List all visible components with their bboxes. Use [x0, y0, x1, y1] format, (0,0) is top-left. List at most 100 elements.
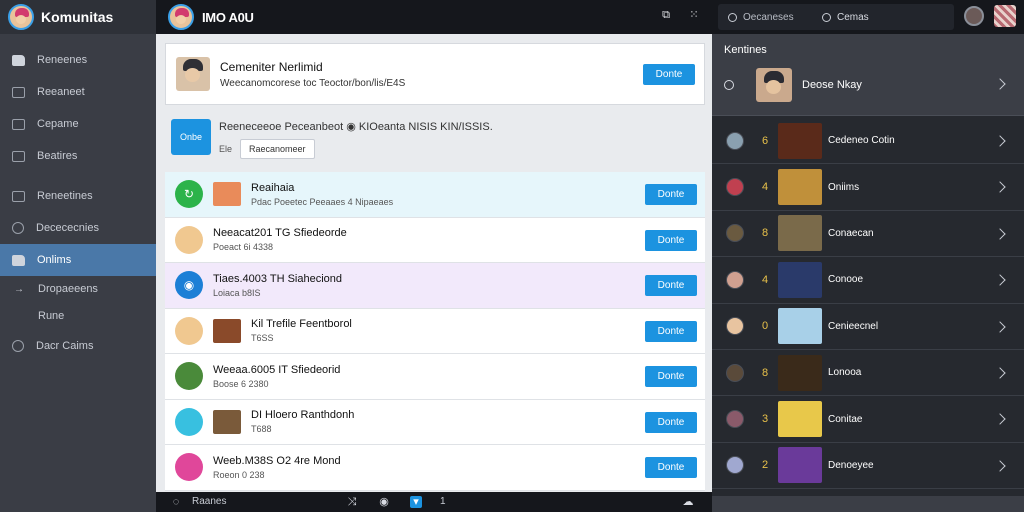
- ranking-avatar: [726, 270, 744, 289]
- search-bar[interactable]: Oecaneses Cemas: [718, 4, 954, 30]
- search-field-b[interactable]: Cemas: [814, 12, 869, 23]
- ranking-number: 2: [762, 459, 769, 472]
- ranking-thumb: [778, 122, 822, 159]
- header-card-button[interactable]: Donte: [643, 64, 695, 85]
- row-title: Weeb.M38S O2 4re Mond: [213, 454, 341, 467]
- sidebar-item-9[interactable]: Rune: [0, 302, 156, 330]
- ranking-label: Lonooa: [828, 367, 862, 379]
- sidebar-item-10[interactable]: Dacr Caims: [0, 330, 156, 362]
- ranking-item[interactable]: 4 Conooe: [712, 257, 1024, 304]
- ranking-item[interactable]: 6 Cedeneo Cotin: [712, 118, 1024, 165]
- sidebar-item-8[interactable]: → Dropaeeens: [0, 276, 156, 302]
- search-field-a[interactable]: Oecaneses: [718, 12, 814, 23]
- grid-icon[interactable]: ⁙: [688, 9, 700, 21]
- sidebar-item-label: Reneenes: [37, 54, 88, 66]
- row-subtitle: Roeon 0 238: [213, 469, 265, 480]
- ranking-thumb: [778, 169, 822, 206]
- row-button[interactable]: Donte: [645, 411, 697, 433]
- chevron-right-icon[interactable]: [994, 320, 1006, 333]
- clock-icon: [12, 222, 24, 234]
- ranking-avatar: [726, 317, 744, 336]
- location-icon[interactable]: ◉: [378, 496, 390, 508]
- user-name: IMO A0U: [202, 9, 254, 25]
- featured-item[interactable]: Deose Nkay: [724, 68, 862, 102]
- row-title: Weeaa.6005 IT Sfiedeorid: [213, 363, 341, 376]
- refresh-icon[interactable]: ◌: [170, 496, 182, 508]
- brand-avatar: [8, 4, 34, 30]
- sidebar-item-2[interactable]: Reeaneet: [0, 76, 156, 108]
- sidebar-item-5[interactable]: Reneetines: [0, 180, 156, 212]
- ranking-label: Cenieecnel: [828, 320, 879, 332]
- user-avatar: [168, 4, 194, 30]
- right-panel-title: Kentines: [724, 44, 767, 56]
- chevron-right-icon[interactable]: [994, 181, 1006, 194]
- list-item[interactable]: DI Hloero Ranthdonh T688 Donte: [165, 399, 705, 445]
- chevron-right-icon[interactable]: [994, 135, 1006, 147]
- promo-text: Reeneceeoe Peceanbeot ◉ KIOeanta NISIS K…: [219, 121, 493, 133]
- sidebar-item-1[interactable]: Reneenes: [0, 44, 156, 76]
- row-button[interactable]: Donte: [645, 184, 697, 205]
- bottom-bar: ◌ Raanes ⤨ ◉ ▾ 1 ☁: [156, 492, 712, 512]
- sidebar: Komunitas Reneenes Reeaneet Cepame Beati…: [0, 0, 156, 512]
- profile-avatar[interactable]: [964, 6, 984, 26]
- ranking-item[interactable]: 8 Conaecan: [712, 211, 1024, 258]
- chevron-right-icon[interactable]: [994, 228, 1006, 240]
- row-button[interactable]: Donte: [645, 275, 697, 296]
- row-title: Tiaes.4003 TH Siaheciond: [213, 272, 343, 285]
- sidebar-item-label: Rune: [38, 310, 65, 322]
- list-item[interactable]: Neeacat201 TG Sfiedeorde Poeact 6i 4338 Do…: [165, 217, 705, 263]
- bottom-label: Raanes: [192, 496, 227, 507]
- ranking-avatar: [726, 224, 744, 243]
- promo-tag: Ele: [219, 144, 233, 154]
- ranking-item[interactable]: 3 Conitae: [712, 396, 1024, 443]
- chevron-right-icon[interactable]: [994, 460, 1006, 472]
- shuffle-icon[interactable]: ⤨: [346, 496, 358, 508]
- chevron-right-icon[interactable]: [994, 274, 1006, 286]
- chevron-right-icon[interactable]: [994, 78, 1006, 90]
- list-item[interactable]: Weeaa.6005 IT Sfiedeorid Boose 6 2380 Dont…: [165, 354, 705, 400]
- ranking-avatar: [726, 410, 744, 429]
- search-placeholder-a: Oecaneses: [743, 11, 794, 23]
- row-button[interactable]: Donte: [645, 366, 697, 387]
- media-icon[interactable]: ▾: [410, 496, 422, 508]
- app-title: Komunitas: [41, 9, 114, 25]
- promo-logo: Onbe: [171, 119, 211, 155]
- ranking-item[interactable]: 8 Lonooa: [712, 350, 1024, 397]
- row-button[interactable]: Donte: [645, 457, 697, 478]
- cloud-icon[interactable]: ☁: [682, 496, 694, 508]
- search-placeholder-b: Cemas: [837, 11, 869, 23]
- list-item[interactable]: ↻ Reaihaia Pdac Poeetec Peeaaes 4 Nipaeaes…: [165, 172, 705, 218]
- arrow-icon: →: [14, 283, 24, 295]
- row-avatar: [175, 362, 203, 391]
- window-icon[interactable]: ⧉: [660, 9, 672, 21]
- ranking-label: Denoeyee: [828, 459, 874, 471]
- search-icon: [728, 12, 737, 22]
- list-item[interactable]: Kil Trefile Feentborol T6SS Donte: [165, 308, 705, 354]
- header-card-subtitle: Weecanomcorese toc Teoctor/bon/lis/E4S: [220, 77, 406, 89]
- list-item[interactable]: ◉ Tiaes.4003 TH Siaheciond Loiaca b8IS Dont…: [165, 263, 705, 309]
- brand-header[interactable]: Komunitas: [0, 0, 156, 34]
- row-button[interactable]: Donte: [645, 320, 697, 342]
- top-user[interactable]: IMO A0U: [168, 4, 254, 30]
- people-icon: [12, 190, 25, 202]
- chevron-right-icon[interactable]: [994, 413, 1006, 426]
- list-icon: [12, 150, 25, 162]
- ranking-item[interactable]: 2 Denoeyee: [712, 443, 1024, 490]
- folder-icon: [12, 54, 25, 66]
- sidebar-item-6[interactable]: Decececnies: [0, 212, 156, 244]
- sidebar-item-4[interactable]: Beatires: [0, 140, 156, 172]
- promo-select[interactable]: Raecanomeer: [240, 139, 315, 159]
- sidebar-item-active[interactable]: Onlims: [0, 244, 156, 276]
- list-item[interactable]: Weeb.M38S O2 4re Mond Roeon 0 238 Donte: [165, 445, 705, 491]
- ranking-item[interactable]: 0 Cenieecnel: [712, 304, 1024, 350]
- sidebar-nav: Reneenes Reeaneet Cepame Beatires Reneet…: [0, 44, 156, 362]
- header-card-title: Cemeniter Nerlimid: [220, 59, 323, 74]
- chevron-right-icon[interactable]: [994, 367, 1006, 379]
- ranking-item[interactable]: 4 Oniims: [712, 164, 1024, 211]
- top-bar: IMO A0U ⧉ ⁙ Oecaneses Cemas: [156, 0, 1024, 34]
- row-button[interactable]: Donte: [645, 229, 697, 251]
- ranking-number: 6: [762, 134, 769, 147]
- row-subtitle: Boose 6 2380: [213, 378, 269, 389]
- app-switcher-thumb[interactable]: [994, 5, 1016, 27]
- sidebar-item-3[interactable]: Cepame: [0, 108, 156, 140]
